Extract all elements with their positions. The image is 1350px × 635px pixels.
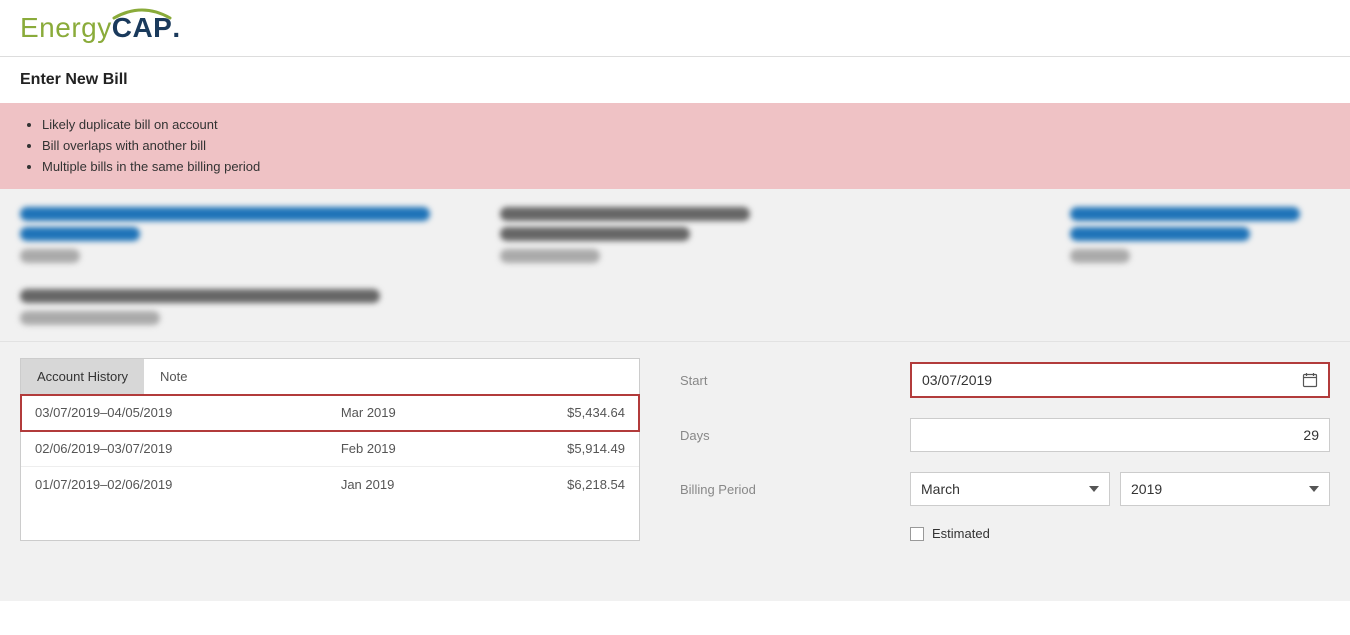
history-range: 03/07/2019–04/05/2019: [21, 395, 327, 431]
blurred-label: [20, 249, 80, 263]
alerts-banner: Likely duplicate bill on account Bill ov…: [0, 103, 1350, 189]
days-value: 29: [1303, 427, 1319, 443]
history-amount: $5,914.49: [480, 431, 639, 467]
header-bar: EnergyCAP.: [0, 0, 1350, 57]
history-card: Account History Note 03/07/2019–04/05/20…: [20, 358, 640, 541]
tabs: Account History Note: [21, 359, 639, 395]
table-row[interactable]: 02/06/2019–03/07/2019 Feb 2019 $5,914.49: [21, 431, 639, 467]
blurred-address: [500, 227, 690, 241]
days-label: Days: [680, 428, 910, 443]
estimated-label: Estimated: [932, 526, 990, 541]
billing-period-label: Billing Period: [680, 482, 910, 497]
meta-address: [500, 207, 800, 325]
year-select[interactable]: 2019: [1120, 472, 1330, 506]
history-table: 03/07/2019–04/05/2019 Mar 2019 $5,434.64…: [21, 395, 639, 502]
estimated-checkbox[interactable]: [910, 527, 924, 541]
logo-swoosh-icon: [112, 6, 172, 20]
page-title: Enter New Bill: [20, 71, 1330, 89]
blurred-label: [20, 311, 160, 325]
blurred-address: [500, 207, 750, 221]
month-select[interactable]: March: [910, 472, 1110, 506]
blurred-code: [20, 289, 380, 303]
blurred-link[interactable]: [1070, 207, 1300, 221]
history-period: Mar 2019: [327, 395, 480, 431]
logo-dot: .: [172, 12, 180, 44]
meta-vendor: [1070, 207, 1330, 325]
table-row[interactable]: 01/07/2019–02/06/2019 Jan 2019 $6,218.54: [21, 467, 639, 503]
month-value: March: [921, 481, 960, 497]
form-row-days: Days 29: [680, 418, 1330, 452]
start-label: Start: [680, 373, 910, 388]
calendar-icon[interactable]: [1302, 372, 1318, 388]
blurred-link[interactable]: [20, 207, 430, 221]
form-row-billing-period: Billing Period March 2019: [680, 472, 1330, 506]
days-input[interactable]: 29: [910, 418, 1330, 452]
form-row-start: Start 03/07/2019: [680, 362, 1330, 398]
meta-account: [20, 207, 440, 325]
blurred-link[interactable]: [20, 227, 140, 241]
alert-item: Bill overlaps with another bill: [42, 136, 1330, 157]
tab-note[interactable]: Note: [144, 359, 203, 394]
history-amount: $5,434.64: [480, 395, 639, 431]
blurred-label: [1070, 249, 1130, 263]
start-date-input[interactable]: 03/07/2019: [910, 362, 1330, 398]
estimated-row: Estimated: [910, 526, 1330, 541]
history-period: Jan 2019: [327, 467, 480, 503]
blurred-link[interactable]: [1070, 227, 1250, 241]
history-range: 01/07/2019–02/06/2019: [21, 467, 327, 503]
chevron-down-icon: [1089, 486, 1099, 492]
history-period: Feb 2019: [327, 431, 480, 467]
account-meta-panel: [0, 189, 1350, 342]
history-amount: $6,218.54: [480, 467, 639, 503]
year-value: 2019: [1131, 481, 1162, 497]
start-date-value: 03/07/2019: [922, 372, 992, 388]
alert-item: Likely duplicate bill on account: [42, 115, 1330, 136]
blurred-label: [500, 249, 600, 263]
logo: EnergyCAP.: [20, 12, 180, 44]
tab-account-history[interactable]: Account History: [21, 359, 144, 394]
alert-item: Multiple bills in the same billing perio…: [42, 157, 1330, 178]
logo-text-left: Energy: [20, 12, 112, 44]
history-range: 02/06/2019–03/07/2019: [21, 431, 327, 467]
table-row[interactable]: 03/07/2019–04/05/2019 Mar 2019 $5,434.64: [21, 395, 639, 431]
page-title-bar: Enter New Bill: [0, 57, 1350, 103]
bill-form: Start 03/07/2019 Days 29 Billing Period: [680, 358, 1330, 541]
lower-panel: Account History Note 03/07/2019–04/05/20…: [0, 342, 1350, 601]
alerts-list: Likely duplicate bill on account Bill ov…: [42, 115, 1330, 177]
chevron-down-icon: [1309, 486, 1319, 492]
